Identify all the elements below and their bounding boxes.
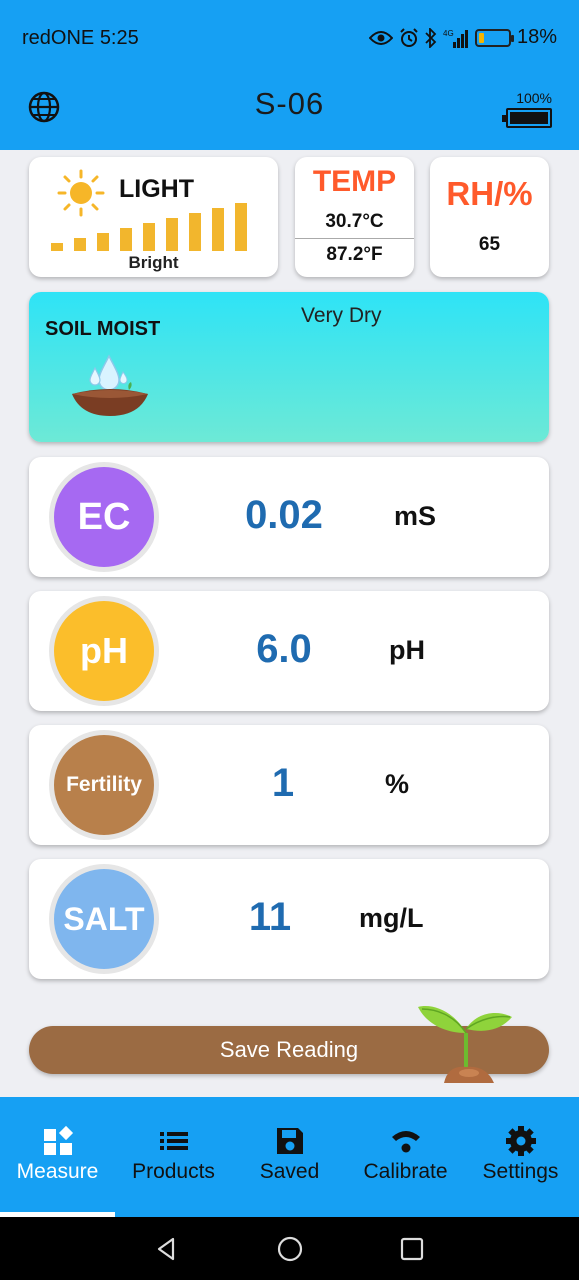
soil-moist-title: SOIL MOIST bbox=[45, 318, 161, 340]
nav-saved-label: Saved bbox=[259, 1160, 320, 1183]
list-icon bbox=[160, 1132, 188, 1150]
device-title: S-06 bbox=[254, 86, 325, 121]
ph-meter-card[interactable]: pH 6.0 pH bbox=[29, 591, 549, 711]
bluetooth-icon bbox=[425, 27, 437, 48]
nav-saved[interactable]: Saved bbox=[232, 1097, 347, 1217]
status-icons: 4G 18% bbox=[368, 26, 557, 49]
temp-divider bbox=[295, 238, 414, 239]
nav-settings-label: Settings bbox=[482, 1160, 559, 1183]
ph-unit: pH bbox=[389, 635, 425, 665]
fertility-value: 1 bbox=[271, 761, 295, 805]
soil-water-drop-icon bbox=[72, 354, 148, 416]
rh-card: RH/% 65 bbox=[430, 157, 549, 277]
network-label: 4G bbox=[443, 29, 454, 38]
fertility-badge-label: Fertility bbox=[66, 773, 142, 796]
sprout-icon bbox=[418, 1006, 512, 1083]
soil-moist-card: SOIL MOIST Very Dry bbox=[29, 292, 549, 442]
light-bar bbox=[120, 228, 132, 251]
salt-unit: mg/L bbox=[359, 903, 424, 933]
temp-fahrenheit: 87.2°F bbox=[326, 244, 383, 265]
ec-badge: EC bbox=[49, 462, 159, 572]
nav-settings[interactable]: Settings bbox=[463, 1097, 578, 1217]
device-battery-label: 100% bbox=[516, 90, 552, 106]
device-battery-fill bbox=[510, 112, 548, 124]
app-bar: S-06 100% bbox=[0, 76, 579, 150]
rh-value: 65 bbox=[478, 234, 501, 255]
light-bar bbox=[74, 238, 86, 251]
light-level-text: Bright bbox=[128, 253, 179, 272]
soil-moist-status: Very Dry bbox=[301, 304, 382, 327]
ph-badge-label: pH bbox=[80, 630, 128, 671]
battery-percent: 18% bbox=[516, 26, 557, 48]
bottom-nav: Measure Products Saved Calibrate Setting… bbox=[0, 1097, 579, 1217]
nav-measure-label: Measure bbox=[16, 1160, 99, 1183]
salt-value: 11 bbox=[248, 895, 292, 939]
salt-badge-label: SALT bbox=[63, 900, 145, 937]
measure-icon bbox=[44, 1125, 74, 1155]
gear-icon bbox=[506, 1126, 536, 1156]
salt-meter-card[interactable]: SALT 11 mg/L bbox=[29, 859, 549, 979]
android-nav-bar bbox=[0, 1217, 579, 1280]
alarm-icon bbox=[400, 27, 418, 47]
eye-icon bbox=[368, 30, 393, 45]
nav-calibrate[interactable]: Calibrate bbox=[348, 1097, 463, 1217]
temp-card: TEMP 30.7°C 87.2°F bbox=[295, 157, 414, 277]
nav-measure[interactable]: Measure bbox=[0, 1097, 115, 1217]
signal-icon: 4G bbox=[443, 29, 468, 48]
save-icon bbox=[277, 1128, 303, 1154]
nav-products[interactable]: Products bbox=[116, 1097, 231, 1217]
ec-badge-label: EC bbox=[77, 495, 131, 538]
light-bar bbox=[212, 208, 224, 251]
rh-title: RH/% bbox=[446, 175, 533, 212]
battery-fill bbox=[478, 32, 484, 43]
light-bar bbox=[189, 213, 201, 251]
status-bar: redONE 5:25 4G 18% bbox=[0, 0, 579, 76]
device-battery-icon bbox=[502, 108, 552, 128]
light-bar bbox=[166, 218, 178, 251]
status-carrier-time: redONE 5:25 bbox=[22, 27, 139, 50]
salt-badge: SALT bbox=[49, 864, 159, 974]
temp-title: TEMP bbox=[312, 165, 397, 198]
ec-value: 0.02 bbox=[245, 493, 323, 537]
light-bar bbox=[235, 203, 247, 251]
ec-meter-card[interactable]: EC 0.02 mS bbox=[29, 457, 549, 577]
calibrate-icon bbox=[392, 1131, 420, 1153]
ph-badge: pH bbox=[49, 596, 159, 706]
battery-icon bbox=[474, 28, 514, 47]
fertility-badge: Fertility bbox=[49, 730, 159, 840]
nav-calibrate-label: Calibrate bbox=[363, 1160, 448, 1183]
ec-unit: mS bbox=[394, 501, 437, 531]
fertility-meter-card[interactable]: Fertility 1 % bbox=[29, 725, 549, 845]
fertility-unit: % bbox=[385, 769, 410, 799]
back-icon[interactable] bbox=[153, 1235, 181, 1263]
temp-celsius: 30.7°C bbox=[325, 211, 384, 232]
nav-products-label: Products bbox=[132, 1160, 215, 1183]
light-level-bars bbox=[51, 203, 247, 251]
light-bar bbox=[143, 223, 155, 251]
light-bar bbox=[51, 243, 63, 251]
home-icon[interactable] bbox=[276, 1235, 304, 1263]
light-card: LIGHT Bright bbox=[29, 157, 278, 277]
recents-icon[interactable] bbox=[398, 1235, 426, 1263]
clock-label: 5:25 bbox=[99, 27, 139, 49]
carrier-label: redONE bbox=[22, 27, 95, 49]
ph-value: 6.0 bbox=[256, 627, 312, 671]
light-bar bbox=[97, 233, 109, 251]
